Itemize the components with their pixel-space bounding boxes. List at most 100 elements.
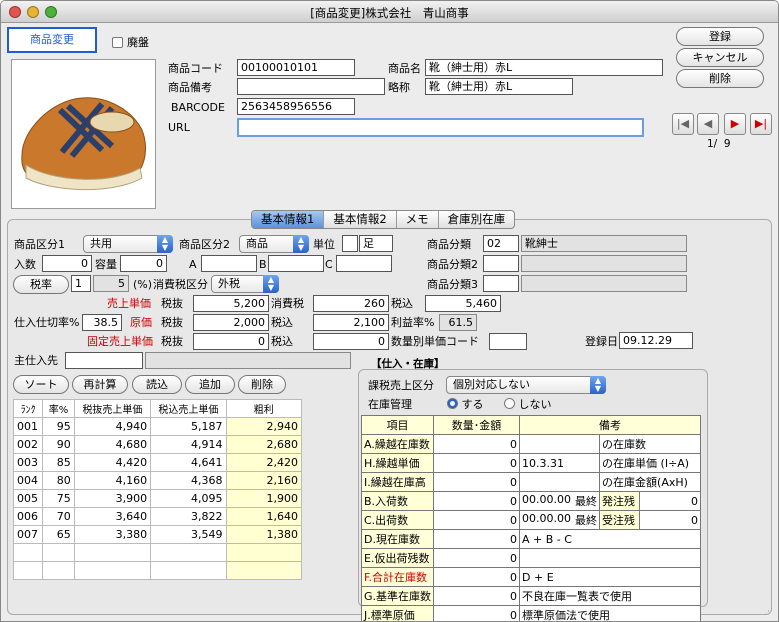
table-cell[interactable]: [12, 543, 44, 562]
unit-code-field[interactable]: [342, 235, 358, 252]
table-cell[interactable]: 007: [12, 525, 44, 544]
table-cell[interactable]: 3,640: [73, 507, 152, 526]
class-code-field[interactable]: 02: [483, 235, 519, 252]
category1-select[interactable]: 共用 ▲ ▼: [83, 235, 173, 253]
sort-button[interactable]: ソート: [13, 375, 69, 394]
table-row[interactable]: 002 90 4,680 4,914 2,680: [12, 435, 303, 454]
table-row[interactable]: 004 80 4,160 4,368 2,160: [12, 471, 303, 490]
stock-item-value[interactable]: 0: [433, 453, 521, 473]
product-code-field[interactable]: 00100010101: [237, 59, 355, 76]
table-cell[interactable]: 4,368: [150, 471, 227, 490]
barcode-field[interactable]: 2563458956556: [237, 98, 355, 115]
table-cell[interactable]: 80: [42, 471, 75, 490]
table-cell[interactable]: 002: [12, 435, 44, 454]
fixed-taxless-field[interactable]: 0: [193, 333, 269, 350]
table-cell[interactable]: 2,680: [225, 435, 303, 454]
table-cell[interactable]: [150, 561, 227, 580]
table-cell[interactable]: 75: [42, 489, 75, 508]
qty-field[interactable]: 0: [42, 255, 92, 272]
sale-ctax-field[interactable]: 260: [313, 295, 389, 312]
stock-item-value[interactable]: 0: [433, 586, 521, 606]
first-record-button[interactable]: |◀: [672, 113, 694, 135]
load-button[interactable]: 読込: [132, 375, 182, 394]
next-record-button[interactable]: ▶: [724, 113, 746, 135]
table-cell[interactable]: 95: [42, 417, 75, 436]
table-cell[interactable]: 65: [42, 525, 75, 544]
resize-grip-icon[interactable]: ⋰: [764, 607, 773, 617]
tab-basic-1[interactable]: 基本情報1: [252, 211, 325, 228]
tax-type-select[interactable]: 外税 ▲ ▼: [211, 275, 279, 293]
table-cell[interactable]: 2,420: [225, 453, 303, 472]
table-row[interactable]: [12, 561, 303, 580]
table-cell[interactable]: [42, 543, 75, 562]
product-note-field[interactable]: [237, 78, 385, 95]
reg-date-field[interactable]: 09.12.29: [619, 332, 693, 349]
tab-warehouse-stock[interactable]: 倉庫別在庫: [439, 211, 514, 228]
class2-code-field[interactable]: [483, 255, 519, 272]
table-cell[interactable]: 005: [12, 489, 44, 508]
table-cell[interactable]: 2,160: [225, 471, 303, 490]
stock-item-value[interactable]: 0: [433, 472, 521, 492]
stock-item-value[interactable]: 0: [433, 491, 521, 511]
table-cell[interactable]: 3,380: [73, 525, 152, 544]
stock-item-value[interactable]: 0: [433, 510, 521, 530]
register-button[interactable]: 登録: [676, 27, 764, 46]
cancel-button[interactable]: キャンセル: [676, 48, 764, 67]
table-cell[interactable]: 4,095: [150, 489, 227, 508]
discontinued-checkbox[interactable]: [112, 37, 123, 48]
table-cell[interactable]: 85: [42, 453, 75, 472]
supplier-code-field[interactable]: [65, 352, 143, 369]
table-cell[interactable]: 4,940: [73, 417, 152, 436]
table-cell[interactable]: [42, 561, 75, 580]
stock-manage-no[interactable]: しない: [504, 397, 552, 412]
table-cell[interactable]: 4,160: [73, 471, 152, 490]
unit-field[interactable]: 足: [359, 235, 393, 252]
table-cell[interactable]: [73, 543, 152, 562]
sale-taxless-field[interactable]: 5,200: [193, 295, 269, 312]
class3-code-field[interactable]: [483, 275, 519, 292]
recalc-button[interactable]: 再計算: [72, 375, 128, 394]
stock-item-value[interactable]: 0: [433, 605, 521, 621]
c-field[interactable]: [336, 255, 392, 272]
table-cell[interactable]: 4,420: [73, 453, 152, 472]
table-cell[interactable]: 2,940: [225, 417, 303, 436]
table-cell[interactable]: 1,380: [225, 525, 303, 544]
table-cell[interactable]: 1,640: [225, 507, 303, 526]
category2-select[interactable]: 商品 ▲ ▼: [239, 235, 309, 253]
add-row-button[interactable]: 追加: [185, 375, 235, 394]
tab-basic-2[interactable]: 基本情報2: [324, 211, 397, 228]
table-row[interactable]: [12, 543, 303, 562]
stock-item-value[interactable]: 0: [433, 434, 521, 454]
tax-rate-button[interactable]: 税率: [13, 275, 69, 294]
table-cell[interactable]: 5,187: [150, 417, 227, 436]
stock-item-value[interactable]: 0: [433, 567, 521, 587]
table-cell[interactable]: [225, 561, 303, 580]
table-row[interactable]: 007 65 3,380 3,549 1,380: [12, 525, 303, 544]
tab-memo[interactable]: メモ: [397, 211, 439, 228]
table-cell[interactable]: [225, 543, 303, 562]
cost-taxin-field[interactable]: 2,100: [313, 314, 389, 331]
table-cell[interactable]: 3,900: [73, 489, 152, 508]
cut-rate-field[interactable]: 38.5: [82, 314, 122, 331]
b-field[interactable]: [268, 255, 324, 272]
cost-taxless-field[interactable]: 2,000: [193, 314, 269, 331]
volume-field[interactable]: 0: [120, 255, 167, 272]
delete-row-button[interactable]: 削除: [238, 375, 286, 394]
table-row[interactable]: 006 70 3,640 3,822 1,640: [12, 507, 303, 526]
table-cell[interactable]: [73, 561, 152, 580]
delete-button[interactable]: 削除: [676, 69, 764, 88]
qty-price-code-field[interactable]: [489, 333, 527, 350]
table-cell[interactable]: 003: [12, 453, 44, 472]
stock-manage-yes[interactable]: する: [447, 397, 484, 412]
table-cell[interactable]: 70: [42, 507, 75, 526]
table-row[interactable]: 001 95 4,940 5,187 2,940: [12, 417, 303, 436]
product-name-field[interactable]: 靴（紳士用）赤L: [425, 59, 663, 76]
prev-record-button[interactable]: ◀: [697, 113, 719, 135]
table-cell[interactable]: 4,914: [150, 435, 227, 454]
table-cell[interactable]: 004: [12, 471, 44, 490]
table-cell[interactable]: 006: [12, 507, 44, 526]
table-cell[interactable]: 90: [42, 435, 75, 454]
table-cell[interactable]: 4,680: [73, 435, 152, 454]
a-field[interactable]: [201, 255, 257, 272]
table-cell[interactable]: 001: [12, 417, 44, 436]
